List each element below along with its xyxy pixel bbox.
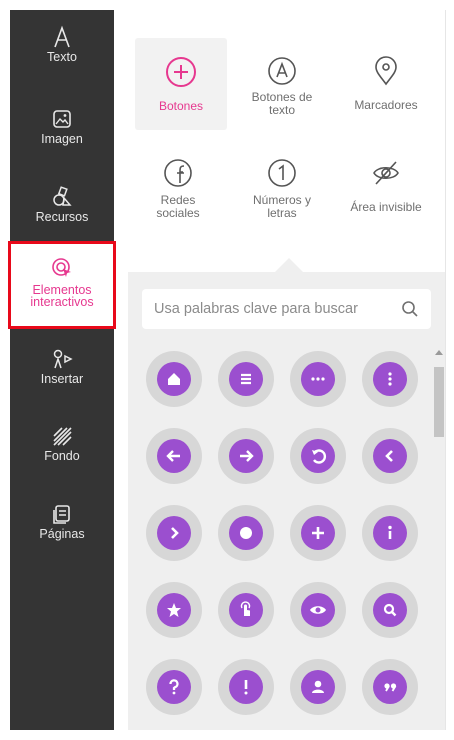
button-menu[interactable] xyxy=(218,351,274,407)
panel-pointer xyxy=(275,258,303,272)
chevron-right-icon xyxy=(171,527,179,539)
more-vertical-icon xyxy=(388,372,392,386)
sidebar-item-label: Elementos interactivos xyxy=(30,283,94,309)
question-icon xyxy=(169,679,179,695)
search-icon xyxy=(383,603,397,617)
sidebar-item-recursos[interactable]: Recursos xyxy=(10,185,114,224)
plus-circle-icon xyxy=(166,57,196,87)
tab-label: Números y letras xyxy=(252,193,311,220)
button-home[interactable] xyxy=(146,351,202,407)
plus-icon xyxy=(312,527,324,539)
sidebar-item-elementos-interactivos[interactable]: Elementos interactivos xyxy=(8,241,116,329)
quote-icon xyxy=(384,683,397,692)
sidebar-item-label: Insertar xyxy=(40,372,84,386)
chevron-left-icon xyxy=(385,450,393,462)
search-icon[interactable] xyxy=(400,299,420,319)
more-horizontal-icon xyxy=(311,377,325,381)
dot-icon xyxy=(240,527,252,539)
sidebar-item-imagen[interactable]: Imagen xyxy=(10,107,114,146)
sidebar-item-label: Recursos xyxy=(35,210,89,224)
map-pin-icon xyxy=(375,56,397,86)
sidebar-item-texto[interactable]: Texto xyxy=(10,25,114,64)
button-chevron-right[interactable] xyxy=(146,505,202,561)
sidebar-item-insertar[interactable]: Insertar xyxy=(10,347,114,386)
number-one-circle-icon xyxy=(268,159,296,187)
menu-icon xyxy=(241,373,251,385)
sidebar-item-fondo[interactable]: Fondo xyxy=(10,424,114,463)
button-star[interactable] xyxy=(146,582,202,638)
scrollbar-thumb[interactable] xyxy=(434,367,444,437)
button-chevron-left[interactable] xyxy=(362,428,418,484)
insert-icon xyxy=(53,349,73,369)
pages-icon xyxy=(53,505,70,524)
button-tap[interactable] xyxy=(218,582,274,638)
tab-numeros-y-letras[interactable]: Números y letras xyxy=(236,157,328,220)
facebook-circle-icon xyxy=(164,159,192,187)
background-icon xyxy=(53,427,72,446)
button-user[interactable] xyxy=(290,659,346,715)
eye-off-icon xyxy=(373,161,399,185)
button-arrow-right[interactable] xyxy=(218,428,274,484)
tab-label: Marcadores xyxy=(354,98,418,112)
sidebar-item-label: Páginas xyxy=(39,527,85,541)
button-quote[interactable] xyxy=(362,659,418,715)
tab-botones-de-texto[interactable]: Botones de texto xyxy=(236,55,328,117)
tap-icon xyxy=(240,601,251,616)
tab-marcadores[interactable]: Marcadores xyxy=(340,55,432,112)
button-exclamation[interactable] xyxy=(218,659,274,715)
sidebar: Texto Imagen Recursos Elementos interact… xyxy=(8,10,116,730)
letter-a-circle-icon xyxy=(268,57,296,85)
search-box xyxy=(142,289,431,329)
exclamation-icon xyxy=(244,680,248,695)
button-info[interactable] xyxy=(362,505,418,561)
info-icon xyxy=(388,525,392,539)
sidebar-item-label: Imagen xyxy=(41,132,83,146)
button-dot[interactable] xyxy=(218,505,274,561)
scrollbar[interactable] xyxy=(432,345,446,730)
home-icon xyxy=(168,373,180,385)
interactive-icon xyxy=(52,258,71,277)
image-icon xyxy=(53,110,71,128)
button-undo[interactable] xyxy=(290,428,346,484)
tab-redes-sociales[interactable]: Redes sociales xyxy=(132,157,224,220)
arrow-left-icon xyxy=(166,450,180,462)
user-icon xyxy=(312,680,324,693)
sidebar-item-paginas[interactable]: Páginas xyxy=(10,502,114,541)
tab-botones[interactable]: Botones xyxy=(135,38,227,130)
sidebar-item-label: Fondo xyxy=(44,449,80,463)
eye-icon xyxy=(310,606,326,614)
button-question[interactable] xyxy=(146,659,202,715)
button-category-nav: Botones Botones de texto Marcadores Rede… xyxy=(128,33,440,243)
tab-label: Botones de texto xyxy=(251,90,313,117)
button-eye[interactable] xyxy=(290,582,346,638)
tab-label: Área invisible xyxy=(350,200,422,214)
arrow-right-icon xyxy=(240,450,254,462)
star-icon xyxy=(167,603,181,617)
button-search[interactable] xyxy=(362,582,418,638)
scroll-up-arrow-icon[interactable] xyxy=(435,350,443,355)
search-input[interactable] xyxy=(154,289,394,329)
tab-label: Botones xyxy=(158,99,204,113)
button-more-vertical[interactable] xyxy=(362,351,418,407)
button-more-horizontal[interactable] xyxy=(290,351,346,407)
sidebar-item-label: Texto xyxy=(47,50,77,64)
tab-area-invisible[interactable]: Área invisible xyxy=(340,157,432,214)
text-icon xyxy=(54,25,70,48)
tab-label: Redes sociales xyxy=(156,193,200,220)
undo-icon xyxy=(312,449,326,464)
resources-icon xyxy=(53,186,72,206)
button-plus[interactable] xyxy=(290,505,346,561)
button-arrow-left[interactable] xyxy=(146,428,202,484)
